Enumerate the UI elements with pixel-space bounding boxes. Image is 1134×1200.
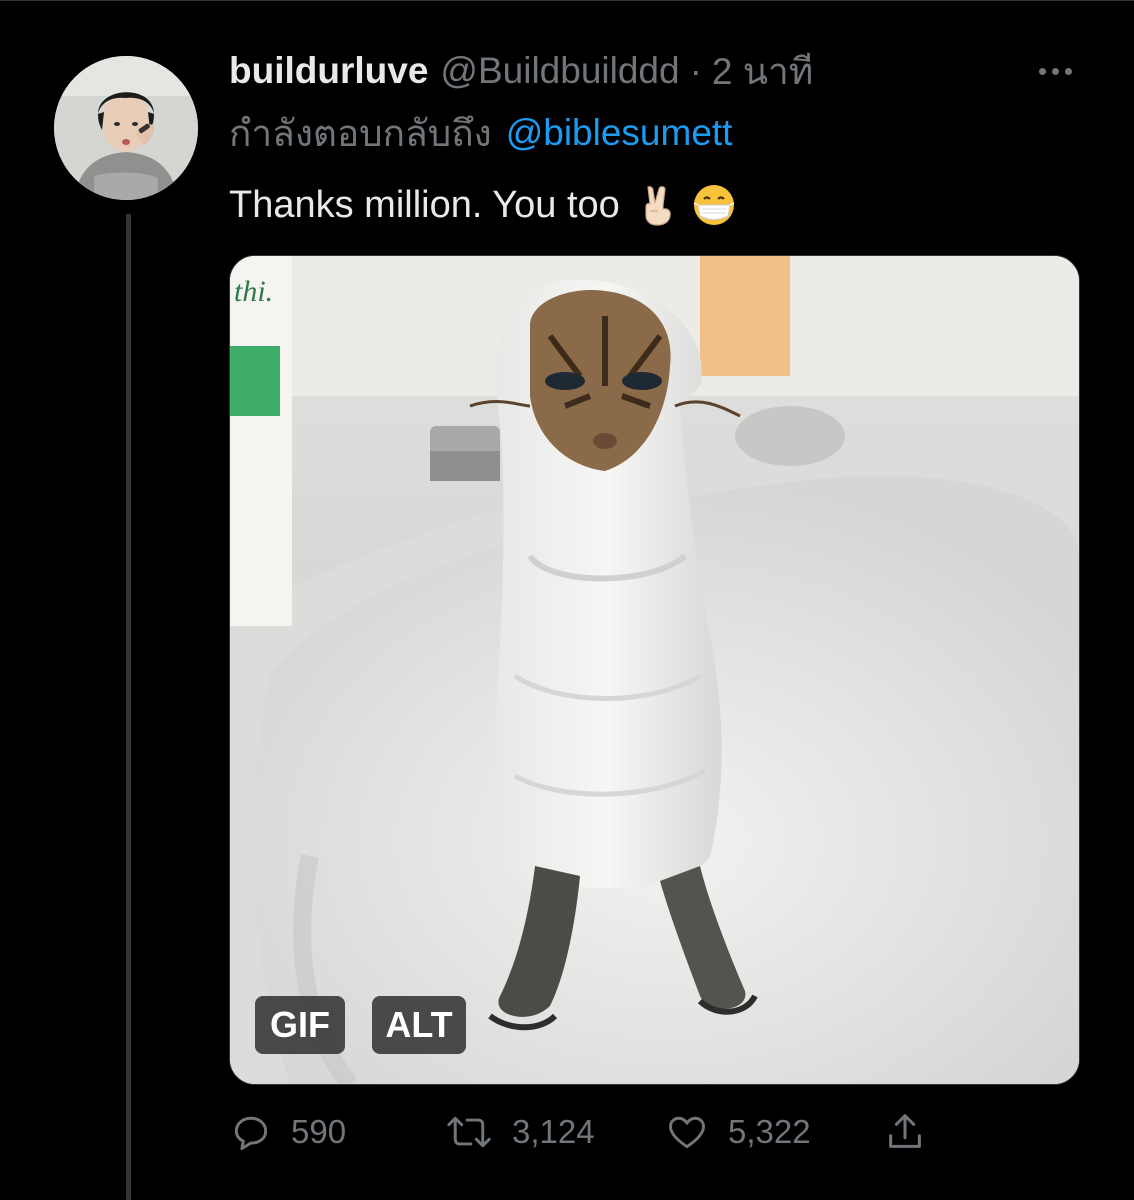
avatar-image (54, 56, 198, 200)
face-with-medical-mask-emoji (693, 185, 735, 225)
like-button[interactable]: 5,322 (664, 1100, 811, 1164)
divider (0, 0, 1134, 1)
heart-icon (669, 1116, 705, 1149)
separator-dot: · (689, 50, 702, 91)
avatar[interactable] (54, 56, 198, 200)
media-gif[interactable]: thi. (229, 255, 1080, 1085)
reply-count: 590 (291, 1113, 347, 1150)
more-dot-icon (1051, 67, 1059, 75)
share-icon (889, 1114, 921, 1148)
display-name[interactable]: buildurluve (229, 50, 428, 92)
reply-context: กำลังตอบกลับถึง @biblesumett (229, 108, 732, 158)
more-options-button[interactable] (1030, 56, 1080, 86)
share-button[interactable] (882, 1100, 928, 1164)
retweet-count: 3,124 (512, 1113, 595, 1150)
retweet-icon (447, 1116, 491, 1148)
reply-icon (234, 1116, 268, 1150)
tweet-body: Thanks million. You too (229, 183, 620, 226)
tweet-text: Thanks million. You too (229, 178, 736, 232)
tweet-header: buildurluve @Buildbuilddd · 2 นาที (229, 46, 813, 96)
svg-text:thi.: thi. (234, 275, 273, 308)
victory-hand-emoji (645, 186, 671, 226)
cat-wrapped-in-towel-gif: thi. (230, 256, 1079, 1084)
retweet-button[interactable]: 3,124 (444, 1100, 595, 1164)
gif-badge: GIF (255, 996, 345, 1054)
tweet[interactable]: buildurluve @Buildbuilddd · 2 นาที กำลัง… (0, 0, 1134, 1200)
timestamp[interactable]: 2 นาที (712, 42, 813, 101)
reply-mention-link[interactable]: @biblesumett (506, 112, 733, 154)
alt-text-button[interactable]: ALT (372, 996, 466, 1054)
user-handle[interactable]: @Buildbuilddd (440, 50, 679, 92)
reply-button[interactable]: 590 (229, 1100, 346, 1164)
thread-line (126, 214, 131, 1200)
reply-context-label: กำลังตอบกลับถึง (229, 112, 492, 154)
more-dot-icon (1064, 67, 1072, 75)
tweet-actions: 590 3,124 5,322 (0, 1100, 1134, 1164)
more-dot-icon (1038, 67, 1046, 75)
like-count: 5,322 (728, 1113, 811, 1150)
